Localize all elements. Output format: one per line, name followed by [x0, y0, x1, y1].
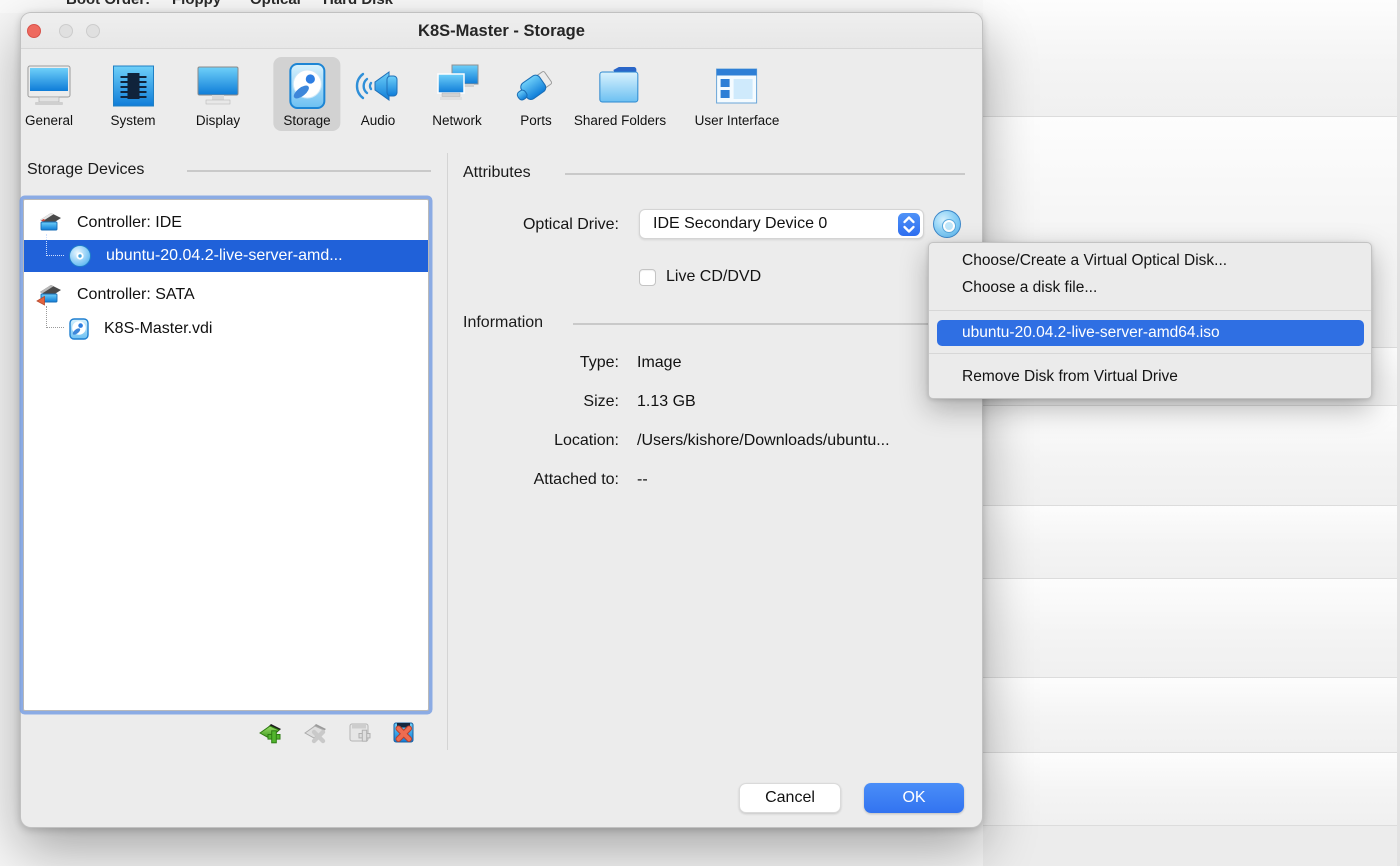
info-size-label: Size: — [419, 393, 619, 411]
sata-controller-icon — [36, 283, 64, 307]
bg-hard-disk-label: Hard Disk — [323, 0, 393, 8]
live-cd-label: Live CD/DVD — [666, 268, 761, 286]
optical-drive-selected-value: IDE Secondary Device 0 — [653, 210, 827, 238]
add-attachment-button[interactable] — [347, 720, 373, 746]
tab-label: Ports — [520, 113, 552, 128]
general-icon — [25, 61, 73, 111]
title-bar: K8S-Master - Storage — [21, 13, 982, 49]
menu-separator — [929, 353, 1371, 354]
window-title: K8S-Master - Storage — [21, 13, 982, 49]
optical-disk-popup-menu: Choose/Create a Virtual Optical Disk... … — [928, 242, 1372, 399]
audio-icon — [353, 61, 403, 111]
menu-separator — [929, 310, 1371, 311]
divider — [565, 173, 965, 175]
tab-ports[interactable]: Ports — [503, 57, 569, 131]
tree-item-label: ubuntu-20.04.2-live-server-amd... — [106, 247, 343, 265]
add-controller-button[interactable] — [257, 720, 283, 746]
tab-label: General — [25, 113, 73, 128]
divider — [573, 323, 965, 325]
divider — [187, 170, 431, 172]
menu-item-choose-disk-file[interactable]: Choose a disk file... — [929, 275, 1371, 301]
info-location-label: Location: — [419, 432, 619, 450]
optical-disc-icon — [68, 244, 92, 268]
remove-attachment-button[interactable] — [391, 720, 417, 746]
tab-general[interactable]: General — [15, 57, 83, 131]
info-attached-value: -- — [637, 471, 648, 489]
cancel-button[interactable]: Cancel — [739, 783, 841, 813]
tab-user-interface[interactable]: User Interface — [685, 57, 790, 131]
storage-icon — [286, 61, 328, 111]
shared-folders-icon — [595, 61, 645, 111]
attributes-header: Attributes — [463, 164, 531, 182]
tree-connector — [46, 234, 64, 256]
tree-item-label: Controller: IDE — [77, 214, 182, 232]
tab-label: Storage — [283, 113, 330, 128]
live-cd-checkbox[interactable] — [639, 269, 656, 286]
info-type-value: Image — [637, 354, 681, 372]
tab-audio[interactable]: Audio — [343, 57, 413, 131]
tree-connector — [46, 306, 64, 328]
system-icon — [111, 61, 155, 111]
optical-drive-label: Optical Drive: — [421, 216, 619, 234]
tab-system[interactable]: System — [100, 57, 165, 131]
tab-display[interactable]: Display — [184, 57, 252, 131]
network-icon — [432, 61, 482, 111]
tree-item-label: Controller: SATA — [77, 286, 195, 304]
hard-disk-icon — [68, 317, 90, 341]
display-icon — [194, 61, 242, 111]
pane-divider — [447, 153, 448, 750]
menu-item-choose-create[interactable]: Choose/Create a Virtual Optical Disk... — [929, 248, 1371, 274]
storage-devices-header: Storage Devices — [27, 161, 144, 179]
user-interface-icon — [714, 61, 760, 111]
menu-item-ubuntu-iso[interactable]: ubuntu-20.04.2-live-server-amd64.iso — [937, 320, 1364, 346]
info-attached-label: Attached to: — [419, 471, 619, 489]
tab-shared-folders[interactable]: Shared Folders — [564, 57, 676, 131]
ide-controller-icon — [36, 211, 64, 235]
ok-button[interactable]: OK — [864, 783, 964, 813]
storage-devices-tree[interactable]: Controller: IDE ubuntu-20.04.2-live-serv… — [23, 199, 429, 711]
choose-disk-menu-button[interactable] — [933, 210, 961, 238]
remove-controller-button[interactable] — [302, 720, 328, 746]
tree-item-label: K8S-Master.vdi — [104, 320, 212, 338]
bg-optical-label: Optical — [250, 0, 301, 8]
ports-icon — [513, 61, 559, 111]
tab-label: Audio — [361, 113, 396, 128]
optical-drive-select[interactable]: IDE Secondary Device 0 — [639, 209, 924, 239]
tree-item-controller-sata[interactable]: Controller: SATA — [24, 278, 428, 312]
tab-network[interactable]: Network — [422, 57, 492, 131]
information-header: Information — [463, 314, 543, 332]
info-size-value: 1.13 GB — [637, 393, 696, 411]
tab-label: Display — [196, 113, 240, 128]
tree-item-k8s-master-vdi[interactable]: K8S-Master.vdi — [24, 312, 428, 346]
select-stepper-icon — [898, 213, 920, 236]
bg-floppy-label: Floppy — [172, 0, 221, 8]
info-location-value: /Users/kishore/Downloads/ubuntu... — [637, 432, 890, 450]
tab-storage[interactable]: Storage — [273, 57, 340, 131]
background-page — [983, 0, 1400, 866]
tree-item-controller-ide[interactable]: Controller: IDE — [24, 206, 428, 240]
menu-item-remove-disk[interactable]: Remove Disk from Virtual Drive — [929, 364, 1371, 390]
storage-settings-dialog: K8S-Master - Storage General — [20, 12, 983, 828]
tab-label: Shared Folders — [574, 113, 666, 128]
bg-boot-order-label: Boot Order: — [66, 0, 150, 8]
tab-label: System — [110, 113, 155, 128]
info-type-label: Type: — [419, 354, 619, 372]
tree-item-ubuntu-iso[interactable]: ubuntu-20.04.2-live-server-amd... — [24, 240, 428, 272]
tab-label: Network — [432, 113, 482, 128]
tab-label: User Interface — [695, 113, 780, 128]
